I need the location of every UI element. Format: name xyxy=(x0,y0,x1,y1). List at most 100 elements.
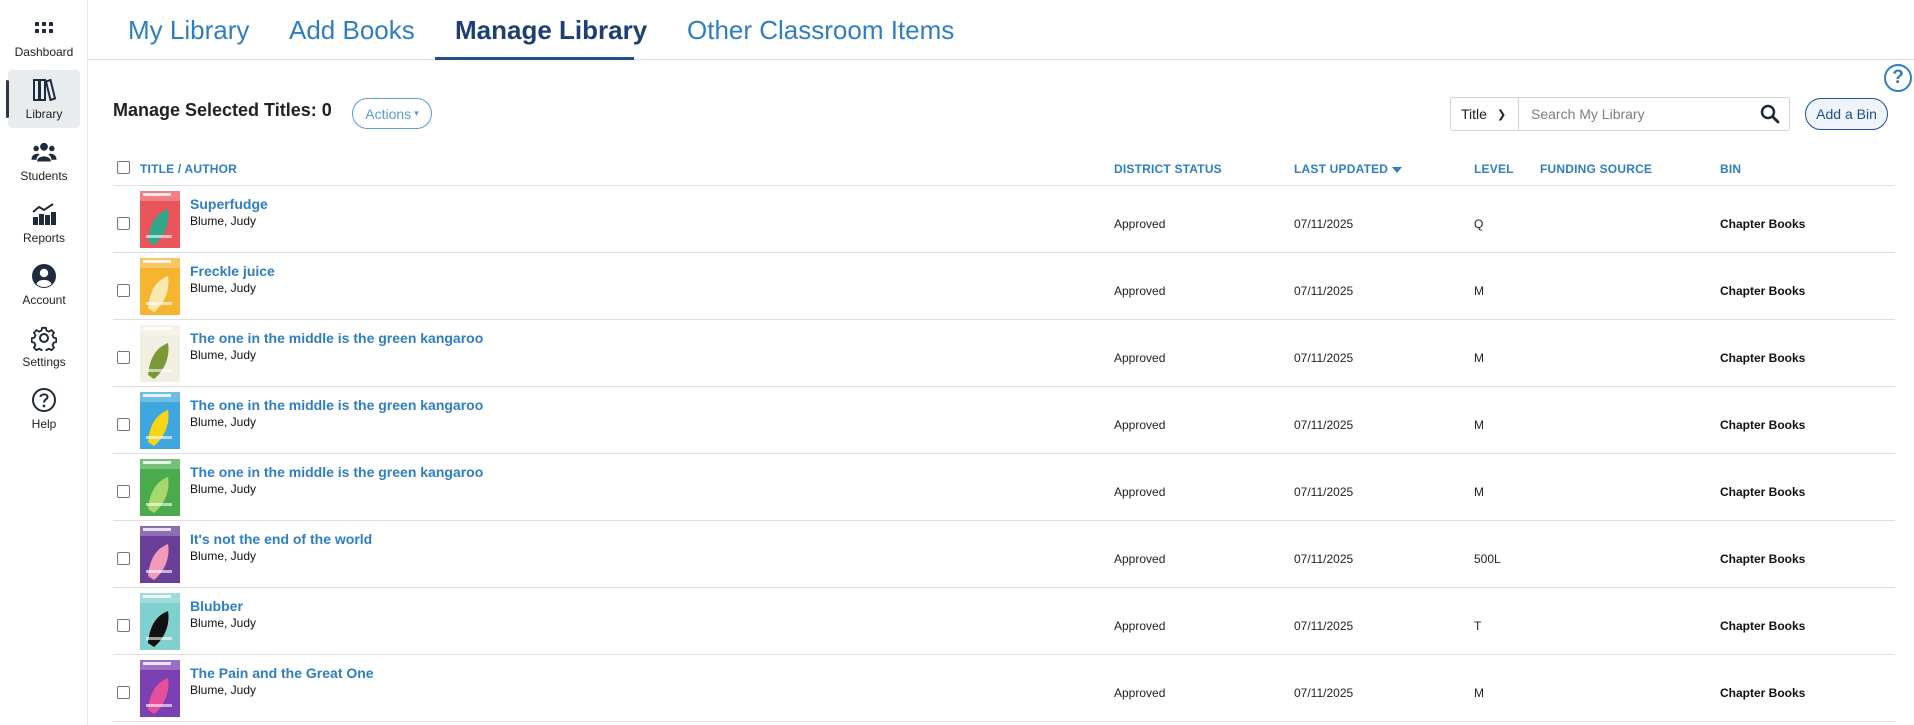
last-updated: 07/11/2025 xyxy=(1294,552,1354,566)
tab-add-books[interactable]: Add Books xyxy=(289,0,415,60)
reports-icon xyxy=(30,200,58,228)
last-updated: 07/11/2025 xyxy=(1294,284,1354,298)
search-icon[interactable] xyxy=(1751,98,1789,130)
district-status: Approved xyxy=(1114,485,1166,499)
level: M xyxy=(1474,284,1484,298)
row-checkbox[interactable] xyxy=(117,217,130,230)
book-cover[interactable] xyxy=(140,526,180,583)
account-icon xyxy=(30,262,58,290)
book-author: Blume, Judy xyxy=(190,214,257,228)
students-icon xyxy=(30,138,58,166)
level: 500L xyxy=(1474,552,1501,566)
sidebar-item-label: Account xyxy=(22,293,66,307)
sidebar-item-label: Dashboard xyxy=(14,45,74,59)
district-status: Approved xyxy=(1114,351,1166,365)
book-author: Blume, Judy xyxy=(190,683,257,697)
book-cover[interactable] xyxy=(140,660,180,717)
sidebar-item-library[interactable]: Library xyxy=(6,70,80,128)
search-input[interactable] xyxy=(1519,98,1751,130)
tab-other-classroom-items[interactable]: Other Classroom Items xyxy=(687,0,954,60)
sort-descending-icon xyxy=(1392,166,1403,173)
book-cover[interactable] xyxy=(140,325,180,382)
book-author: Blume, Judy xyxy=(190,281,257,295)
row-checkbox[interactable] xyxy=(117,485,130,498)
sidebar-item-label: Settings xyxy=(22,355,66,369)
column-title-author[interactable]: Title / Author xyxy=(140,162,237,176)
search-field-select[interactable]: Title ❯ xyxy=(1451,98,1519,130)
district-status: Approved xyxy=(1114,552,1166,566)
bin: Chapter Books xyxy=(1720,619,1806,633)
select-all-checkbox[interactable] xyxy=(117,161,130,174)
header-separator: / xyxy=(177,162,182,176)
books-icon xyxy=(30,76,58,104)
bin: Chapter Books xyxy=(1720,485,1806,499)
book-title-link[interactable]: It's not the end of the world xyxy=(190,531,372,547)
header-last-updated: Last Updated xyxy=(1294,162,1389,176)
row-checkbox[interactable] xyxy=(117,619,130,632)
row-checkbox[interactable] xyxy=(117,351,130,364)
bin: Chapter Books xyxy=(1720,217,1806,231)
book-title-link[interactable]: The Pain and the Great One xyxy=(190,665,374,681)
book-title-link[interactable]: The one in the middle is the green kanga… xyxy=(190,330,483,346)
sidebar-item-help[interactable]: Help xyxy=(8,380,80,438)
tab-bar: My Library Add Books Manage Library Othe… xyxy=(88,0,1914,60)
last-updated: 07/11/2025 xyxy=(1294,418,1354,432)
sidebar-item-settings[interactable]: Settings xyxy=(8,318,80,376)
last-updated: 07/11/2025 xyxy=(1294,686,1354,700)
book-author: Blume, Judy xyxy=(190,348,257,362)
bin: Chapter Books xyxy=(1720,351,1806,365)
book-cover[interactable] xyxy=(140,191,180,248)
sidebar-item-account[interactable]: Account xyxy=(8,256,80,314)
sidebar-item-label: Students xyxy=(20,169,68,183)
header-author: Author xyxy=(184,162,238,176)
column-district-status[interactable]: District Status xyxy=(1114,162,1222,176)
book-title-link[interactable]: Superfudge xyxy=(190,196,268,212)
chevron-down-icon: ❯ xyxy=(1496,108,1507,121)
sidebar: Dashboard Library Students Reports Accou… xyxy=(0,0,88,725)
district-status: Approved xyxy=(1114,619,1166,633)
column-last-updated[interactable]: Last Updated xyxy=(1294,162,1403,176)
row-checkbox[interactable] xyxy=(117,284,130,297)
book-cover[interactable] xyxy=(140,258,180,315)
actions-label: Actions xyxy=(365,105,412,122)
book-title-link[interactable]: Blubber xyxy=(190,598,243,614)
last-updated: 07/11/2025 xyxy=(1294,619,1354,633)
active-tab-indicator xyxy=(435,57,634,60)
sidebar-item-reports[interactable]: Reports xyxy=(8,194,80,252)
table-row: The one in the middle is the green kanga… xyxy=(113,387,1895,454)
row-checkbox[interactable] xyxy=(117,552,130,565)
caret-down-icon: ▾ xyxy=(414,108,419,118)
actions-dropdown[interactable]: Actions ▾ xyxy=(352,98,432,129)
level: M xyxy=(1474,686,1484,700)
add-bin-button[interactable]: Add a Bin xyxy=(1805,98,1888,130)
book-title-link[interactable]: Freckle juice xyxy=(190,263,275,279)
gear-icon xyxy=(30,324,58,352)
book-author: Blume, Judy xyxy=(190,415,257,429)
table-row: The one in the middle is the green kanga… xyxy=(113,320,1895,387)
row-checkbox[interactable] xyxy=(117,686,130,699)
row-checkbox[interactable] xyxy=(117,418,130,431)
last-updated: 07/11/2025 xyxy=(1294,351,1354,365)
district-status: Approved xyxy=(1114,418,1166,432)
tab-my-library[interactable]: My Library xyxy=(128,0,249,60)
search-field-value: Title xyxy=(1461,106,1487,122)
grid-icon xyxy=(30,14,58,42)
tab-manage-library[interactable]: Manage Library xyxy=(455,0,647,60)
column-bin[interactable]: Bin xyxy=(1720,162,1741,176)
sidebar-item-students[interactable]: Students xyxy=(8,132,80,190)
column-level[interactable]: Level xyxy=(1474,162,1514,176)
column-funding-source[interactable]: Funding Source xyxy=(1540,162,1652,176)
book-author: Blume, Judy xyxy=(190,549,257,563)
level: M xyxy=(1474,485,1484,499)
book-author: Blume, Judy xyxy=(190,482,257,496)
book-cover[interactable] xyxy=(140,593,180,650)
sidebar-item-dashboard[interactable]: Dashboard xyxy=(8,8,80,66)
manage-selected-titles: Manage Selected Titles: 0 xyxy=(113,100,332,120)
book-cover[interactable] xyxy=(140,392,180,449)
book-title-link[interactable]: The one in the middle is the green kanga… xyxy=(190,397,483,413)
book-title-link[interactable]: The one in the middle is the green kanga… xyxy=(190,464,483,480)
table-row: The one in the middle is the green kanga… xyxy=(113,454,1895,521)
district-status: Approved xyxy=(1114,686,1166,700)
book-cover[interactable] xyxy=(140,459,180,516)
help-button[interactable]: ? xyxy=(1884,64,1912,92)
